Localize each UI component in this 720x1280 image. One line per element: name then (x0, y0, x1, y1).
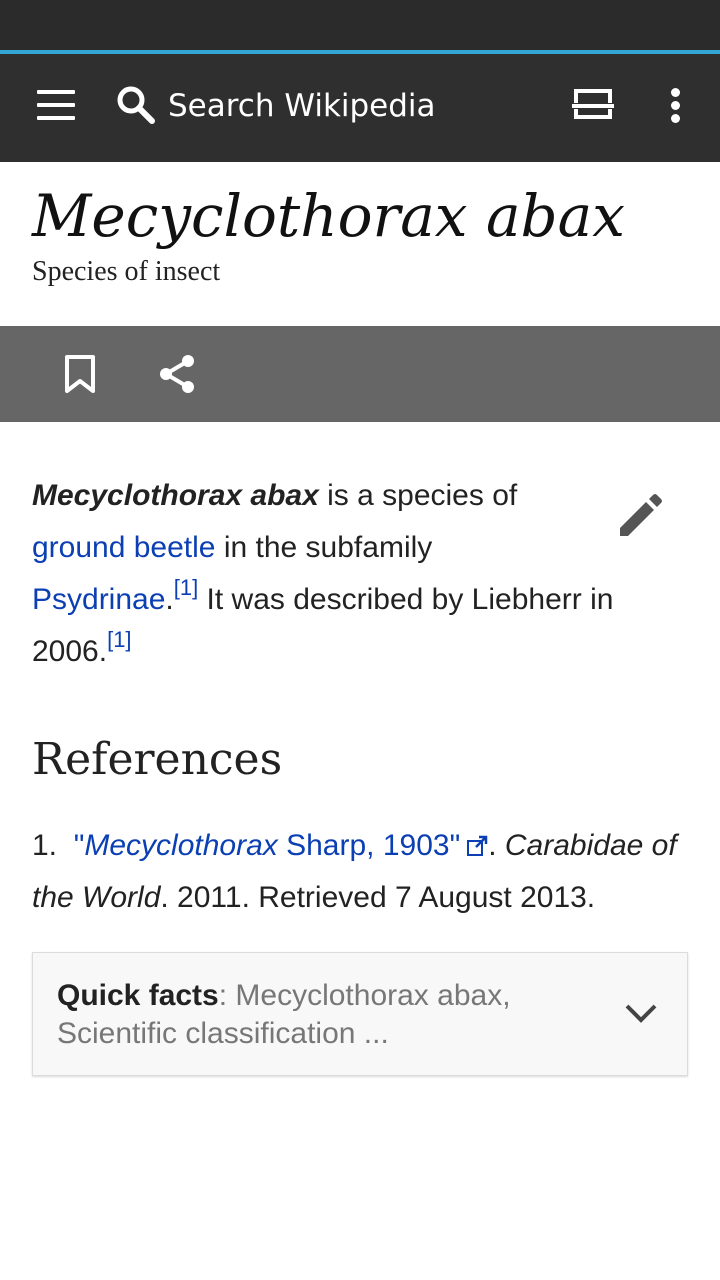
quick-facts-summary: Scientific classification ... (57, 1017, 389, 1050)
intro-text: . (165, 583, 174, 616)
reference-link-rest: Sharp, 1903" (277, 829, 461, 862)
external-link-icon (467, 835, 488, 856)
page-description: Species of insect (32, 256, 221, 287)
reference-external-link[interactable]: "Mecyclothorax Sharp, 1903" (74, 829, 461, 862)
intro-line: ground beetle in the subfamily (32, 522, 592, 574)
reference-link-genus: Mecyclothorax (84, 829, 278, 862)
quick-facts-summary: Mecyclothorax abax, (235, 979, 511, 1012)
reference-number: 1. (32, 829, 58, 862)
status-bar (0, 0, 720, 50)
reference-item: 1. "Mecyclothorax Sharp, 1903". Carabida… (32, 820, 702, 924)
citation-link[interactable]: [1] (107, 627, 131, 652)
reference-line: the World. 2011. Retrieved 7 August 2013… (32, 872, 702, 924)
intro-line: Psydrinae.[1] It was described by Liebhe… (32, 574, 613, 626)
psydrinae-link[interactable]: Psydrinae (32, 583, 165, 616)
reference-line: 1. "Mecyclothorax Sharp, 1903". Carabida… (32, 820, 702, 872)
references-heading: References (32, 734, 283, 785)
reference-details: . 2011. Retrieved 7 August 2013. (160, 881, 596, 914)
menu-icon[interactable] (37, 90, 75, 120)
intro-text: 2006. (32, 635, 108, 668)
tabs-icon[interactable] (570, 88, 616, 124)
article-action-bar (0, 326, 720, 422)
intro-text: in the subfamily (215, 531, 433, 564)
intro-line: 2006.[1] (32, 626, 592, 678)
quick-facts-card[interactable]: Quick facts: Mecyclothorax abax, Scienti… (32, 952, 688, 1076)
intro-text: is a species of (318, 479, 518, 512)
reference-link-quote: " (73, 829, 85, 862)
search-input[interactable]: Search Wikipedia (168, 86, 436, 126)
reference-work: Carabidae of (504, 829, 677, 862)
ground-beetle-link[interactable]: ground beetle (32, 531, 216, 564)
page-title: Mecyclothorax abax (32, 182, 625, 250)
toolbar: Search Wikipedia (0, 54, 720, 162)
reference-separator: . (488, 829, 505, 862)
bold-species-name: Mecyclothorax abax (32, 479, 319, 512)
quick-facts-label: Quick facts (57, 979, 219, 1012)
citation-link[interactable]: [1] (174, 575, 198, 600)
edit-pencil-icon[interactable] (614, 492, 664, 542)
reference-work: the World (32, 881, 161, 914)
quick-facts-text: Quick facts: Mecyclothorax abax, Scienti… (57, 977, 597, 1053)
share-icon[interactable] (156, 353, 198, 395)
intro-text: It was described by Liebherr in (198, 583, 614, 616)
overflow-menu-icon[interactable] (664, 86, 688, 126)
article-intro-paragraph: Mecyclothorax abax is a species of groun… (32, 470, 613, 678)
search-icon[interactable] (115, 84, 157, 126)
chevron-down-icon[interactable] (623, 999, 659, 1027)
quick-facts-separator: : (218, 979, 236, 1012)
bookmark-icon[interactable] (62, 354, 98, 394)
intro-line: Mecyclothorax abax is a species of (32, 470, 592, 522)
